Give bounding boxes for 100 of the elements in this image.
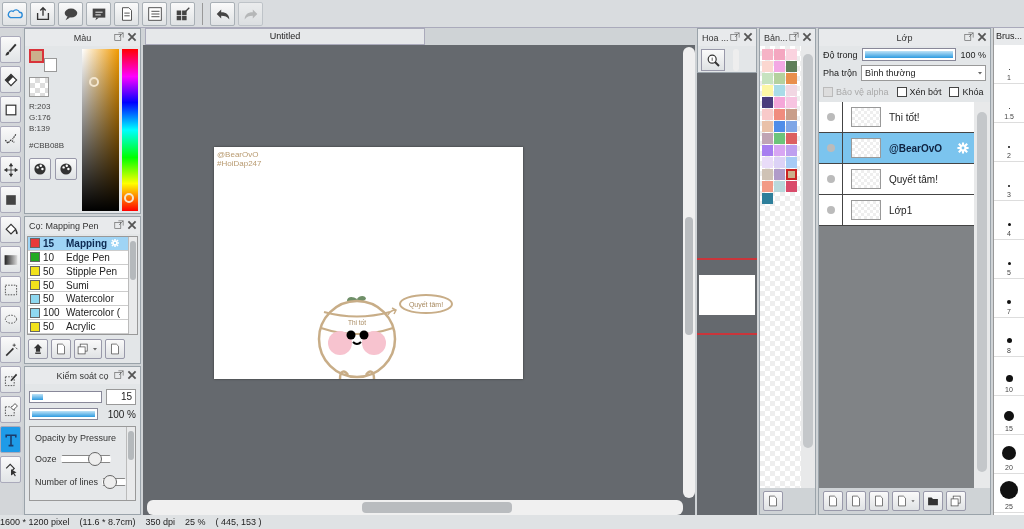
- close-button[interactable]: [126, 219, 138, 231]
- color-swatch[interactable]: [786, 157, 797, 168]
- float-button[interactable]: [963, 31, 975, 43]
- color-swatch[interactable]: [762, 85, 773, 96]
- close-button[interactable]: [742, 31, 754, 43]
- new-palette-button[interactable]: [763, 491, 783, 511]
- rectangle-tool[interactable]: [0, 96, 21, 123]
- color-swatch[interactable]: [762, 157, 773, 168]
- layer-row[interactable]: Quyết tâm!: [819, 164, 974, 195]
- square-tool[interactable]: [0, 186, 21, 213]
- close-button[interactable]: [976, 31, 988, 43]
- palette-edit-button[interactable]: [55, 158, 77, 180]
- eraser-tool[interactable]: [0, 66, 21, 93]
- upload-button[interactable]: [28, 339, 48, 359]
- color-swatch[interactable]: [786, 61, 797, 72]
- hue-bar[interactable]: [122, 49, 138, 211]
- color-swatch[interactable]: [774, 109, 785, 120]
- color-swatch[interactable]: [786, 97, 797, 108]
- color-swatch[interactable]: [762, 133, 773, 144]
- visibility-dot[interactable]: [826, 175, 835, 183]
- undo-button[interactable]: [210, 1, 235, 26]
- color-swatch[interactable]: [786, 181, 797, 192]
- checkbox[interactable]: Xén bớt: [896, 87, 942, 97]
- color-swatch[interactable]: [774, 133, 785, 144]
- color-swatch[interactable]: [786, 145, 797, 156]
- scrollbar-thumb[interactable]: [977, 112, 987, 472]
- brush-menu-button[interactable]: [74, 339, 102, 359]
- color-swatch[interactable]: [762, 61, 773, 72]
- brush-item[interactable]: 50 Stipple Pen: [28, 264, 128, 279]
- color-swatch[interactable]: [786, 169, 797, 180]
- color-swatch[interactable]: [774, 181, 785, 192]
- color-swatch[interactable]: [762, 97, 773, 108]
- layer-row[interactable]: @BearOvO: [819, 133, 974, 164]
- layer-row[interactable]: Thi tốt!: [819, 102, 974, 133]
- color-swatch[interactable]: [774, 97, 785, 108]
- color-swatch[interactable]: [762, 109, 773, 120]
- checkbox[interactable]: Khóa: [949, 87, 984, 97]
- brush-item[interactable]: 50 Watercolor: [28, 292, 128, 307]
- brush-item[interactable]: 50 Sumi: [28, 278, 128, 293]
- hue-handle[interactable]: [124, 193, 134, 203]
- list-button[interactable]: [142, 1, 167, 26]
- color-swatch[interactable]: [774, 49, 785, 60]
- brush-tool[interactable]: [0, 36, 21, 63]
- gradient-tool[interactable]: [0, 246, 21, 273]
- color-swatch[interactable]: [786, 73, 797, 84]
- color-swatch[interactable]: [774, 73, 785, 84]
- color-swatch[interactable]: [762, 169, 773, 180]
- background-color-swatch[interactable]: [44, 58, 57, 72]
- scrollbar-thumb[interactable]: [128, 431, 134, 461]
- color-swatch[interactable]: [774, 157, 785, 168]
- color-swatch[interactable]: [774, 61, 785, 72]
- color-swatch[interactable]: [762, 49, 773, 60]
- add-layer-button[interactable]: [892, 491, 920, 511]
- visibility-dot[interactable]: [826, 144, 835, 152]
- selection-pen-tool[interactable]: [0, 366, 21, 393]
- color-swatch[interactable]: [786, 109, 797, 120]
- new-layer-button[interactable]: [823, 491, 843, 511]
- brush-item[interactable]: 10 Edge Pen: [28, 250, 128, 265]
- color-swatch[interactable]: [786, 133, 797, 144]
- pointer-tool[interactable]: [0, 456, 21, 483]
- close-button[interactable]: [126, 369, 138, 381]
- zoom-button[interactable]: [701, 49, 725, 71]
- document-tab[interactable]: Untitled: [145, 28, 425, 45]
- scrollbar-thumb[interactable]: [803, 54, 813, 448]
- comment-button[interactable]: [86, 1, 111, 26]
- float-button[interactable]: [788, 31, 800, 43]
- folder-button[interactable]: [923, 491, 943, 511]
- layer-row[interactable]: Lớp1: [819, 195, 974, 226]
- color-swatch[interactable]: [774, 169, 785, 180]
- color-swatch[interactable]: [786, 121, 797, 132]
- selection-eraser-tool[interactable]: [0, 396, 21, 423]
- new-layer-button[interactable]: [846, 491, 866, 511]
- brush-item[interactable]: 50 Acrylic: [28, 320, 128, 334]
- vertical-scrollbar[interactable]: [683, 47, 695, 498]
- slider-thumb[interactable]: [87, 452, 102, 466]
- slider-thumb[interactable]: [102, 475, 117, 489]
- size-slider[interactable]: [29, 391, 102, 403]
- share-button[interactable]: [30, 1, 55, 26]
- color-swatch[interactable]: [786, 85, 797, 96]
- float-button[interactable]: [113, 31, 125, 43]
- new-brush-button[interactable]: [51, 339, 71, 359]
- close-button[interactable]: [126, 31, 138, 43]
- bucket-tool[interactable]: [0, 216, 21, 243]
- brush-item[interactable]: 100 Watercolor (: [28, 306, 128, 321]
- picker-handle[interactable]: [89, 77, 99, 87]
- visibility-dot[interactable]: [826, 206, 835, 214]
- color-swatch[interactable]: [762, 121, 773, 132]
- color-swatch[interactable]: [774, 145, 785, 156]
- color-swatch[interactable]: [762, 145, 773, 156]
- color-swatch[interactable]: [762, 181, 773, 192]
- horizontal-scrollbar[interactable]: [147, 500, 683, 515]
- scrollbar-thumb[interactable]: [130, 241, 136, 280]
- document-button[interactable]: [114, 1, 139, 26]
- color-swatch[interactable]: [762, 193, 773, 204]
- transparent-swatch[interactable]: [29, 77, 49, 97]
- visibility-dot[interactable]: [826, 113, 835, 121]
- float-button[interactable]: [113, 219, 125, 231]
- size-field[interactable]: 15: [106, 389, 136, 405]
- saturation-value-square[interactable]: [82, 49, 119, 211]
- new-layer-button[interactable]: [869, 491, 889, 511]
